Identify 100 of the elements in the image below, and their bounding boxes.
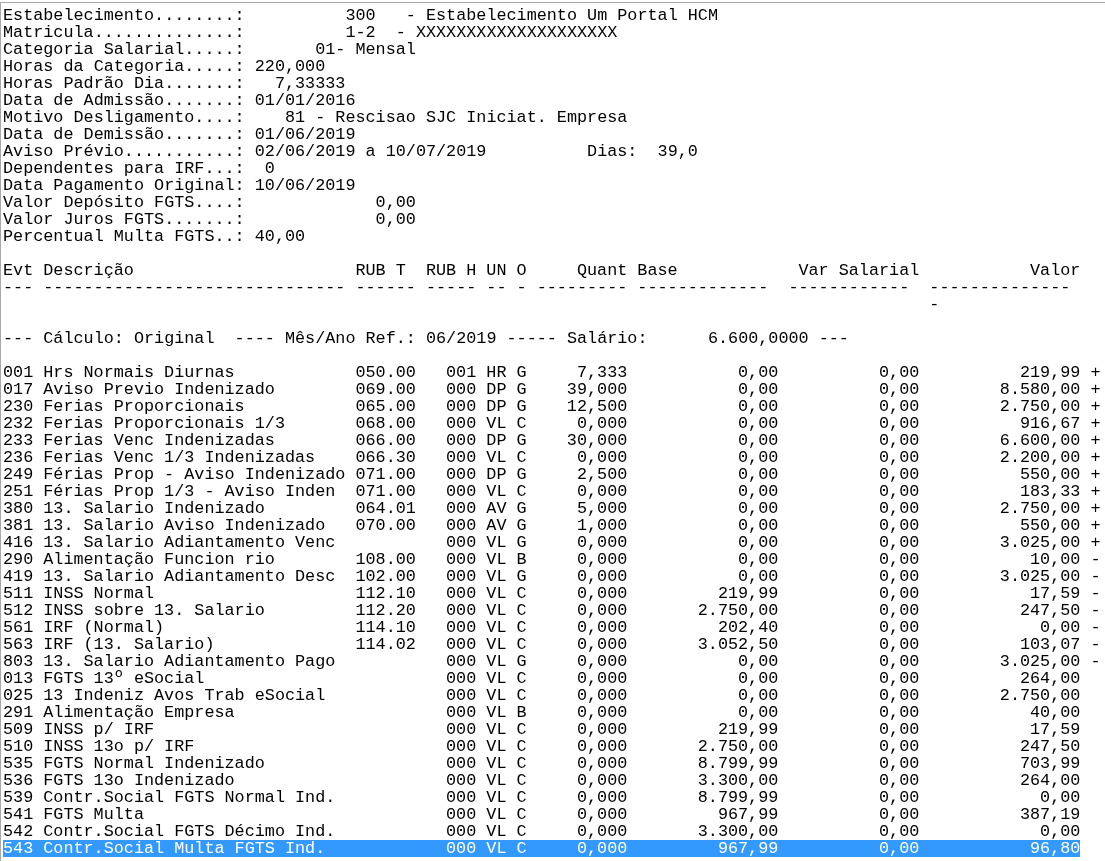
table-row[interactable]: 563 IRF (13. Salario) 114.02 000 VL C 0,000 3.052,50 0,00 103,07	[3, 636, 1081, 653]
quantity: 0,000	[575, 568, 628, 585]
rub-h: 000	[445, 534, 477, 551]
origin: G	[516, 500, 527, 517]
table-row[interactable]: 291 Alimentação Empresa 000 VL B 0,000 0,00 0,00 40,00	[3, 704, 1081, 721]
table-row[interactable]: 233 Ferias Venc Indenizadas 066.00 000 DP G 30,000 0,00 0,00 6.600,00	[3, 432, 1081, 449]
quantity: 0,000	[575, 721, 628, 738]
quantity: 12,500	[565, 398, 628, 415]
table-row[interactable]: 541 FGTS Multa 000 VL C 0,000 967,99 0,00 387,19	[3, 806, 1081, 823]
unit: HR	[486, 364, 507, 381]
rub-h: 000	[445, 415, 477, 432]
field-value: 01/06/2019	[254, 126, 356, 143]
base-value: 967,99	[716, 806, 779, 823]
table-row[interactable]: 416 13. Salario Adiantamento Venc 000 VL G 0,000 0,00 0,00 3.025,00	[3, 534, 1081, 551]
description: Hrs Normais Diurnas	[43, 364, 236, 381]
base-value: 0,00	[737, 415, 779, 432]
column-header: Base	[637, 262, 679, 279]
event-code: 017	[3, 381, 34, 398]
unit: VL	[486, 551, 507, 568]
table-row[interactable]: 230 Ferias Proporcionais 065.00 000 DP G 12,500 0,00 0,00 2.750,00	[3, 398, 1081, 415]
rub-t: 071.00	[355, 466, 416, 483]
table-row[interactable]: 251 Férias Prop 1/3 - Aviso Inden 071.00 000 VL C 0,000 0,00 0,00 183,33	[3, 483, 1081, 500]
unit: AV	[486, 517, 507, 534]
table-row[interactable]: 290 Alimentação Funcion rio 108.00 000 VL B 0,000 0,00 0,00 10,00	[3, 551, 1081, 568]
origin: C	[516, 687, 527, 704]
amount: 3.025,00	[998, 653, 1081, 670]
table-row[interactable]: 419 13. Salario Adiantamento Desc 102.00 000 VL G 0,000 0,00 0,00 3.025,00	[3, 568, 1081, 585]
amount: 17,59	[1029, 721, 1081, 738]
column-header: RUB H	[425, 262, 477, 279]
table-row[interactable]: 803 13. Salario Adiantamento Pago 000 VL G 0,000 0,00 0,00 3.025,00	[3, 653, 1081, 670]
sign-marker: +	[1090, 534, 1101, 551]
field-label: Data de Admissão.......:	[3, 92, 245, 109]
event-code: 512	[3, 602, 34, 619]
column-header: Descrição	[43, 262, 135, 279]
event-code: 509	[3, 721, 34, 738]
dash-rule: ------------------------------	[43, 279, 346, 296]
quantity: 0,000	[575, 585, 628, 602]
table-row[interactable]: 511 INSS Normal 112.10 000 VL C 0,000 219,99 0,00 17,59	[3, 585, 1081, 602]
table-row[interactable]: 542 Contr.Social FGTS Décimo Ind. 000 VL C 0,000 3.300,00 0,00 0,00	[3, 823, 1081, 840]
table-row[interactable]: 025 13 Indeniz Avos Trab eSocial 000 VL C 0,000 0,00 0,00 2.750,00	[3, 687, 1081, 704]
field-label: Horas Padrão Dia.......:	[3, 75, 245, 92]
quantity: 2,500	[575, 466, 628, 483]
quantity: 0,000	[575, 670, 628, 687]
table-row[interactable]: 380 13. Salario Indenizado 064.01 000 AV G 5,000 0,00 0,00 2.750,00	[3, 500, 1081, 517]
unit: VL	[486, 772, 507, 789]
table-row[interactable]: 509 INSS p/ IRF 000 VL C 0,000 219,99 0,00 17,59	[3, 721, 1081, 738]
field-label: Valor Juros FGTS.......:	[3, 211, 245, 228]
field-label: Categoria Salarial.....:	[3, 41, 245, 58]
table-row[interactable]: 232 Ferias Proporcionais 1/3 068.00 000 VL C 0,000 0,00 0,00 916,67	[3, 415, 1081, 432]
dash-rule: ---	[3, 279, 34, 296]
salary-variation: 0,00	[878, 806, 920, 823]
amount: 247,50	[1018, 738, 1081, 755]
base-value: 8.799,99	[696, 755, 779, 772]
unit: DP	[486, 398, 507, 415]
field-value: 10/06/2019	[254, 177, 356, 194]
unit: DP	[486, 381, 507, 398]
description: Contr.Social Multa FGTS Ind.	[43, 840, 327, 857]
table-row[interactable]: 017 Aviso Previo Indenizado 069.00 000 DP G 39,000 0,00 0,00 8.580,00	[3, 381, 1081, 398]
table-row[interactable]: 236 Ferias Venc 1/3 Indenizadas 066.30 000 VL C 0,000 0,00 0,00 2.200,00	[3, 449, 1081, 466]
field-label: Dias:	[587, 143, 638, 160]
origin: C	[516, 415, 527, 432]
base-value: 202,40	[716, 619, 779, 636]
table-row[interactable]: 013 FGTS 13º eSocial 000 VL C 0,000 0,00 0,00 264,00	[3, 670, 1081, 687]
description: Contr.Social FGTS Décimo Ind.	[43, 823, 337, 840]
field-value: 0,00	[375, 194, 416, 211]
rub-h: 000	[445, 398, 477, 415]
sign-marker: +	[1090, 415, 1101, 432]
table-row[interactable]: 536 FGTS 13o Indenizado 000 VL C 0,000 3.300,00 0,00 264,00	[3, 772, 1081, 789]
unit: DP	[486, 466, 507, 483]
dash-rule: --	[486, 279, 507, 296]
unit: VL	[486, 534, 507, 551]
table-row[interactable]: 001 Hrs Normais Diurnas 050.00 001 HR G 7,333 0,00 0,00 219,99	[3, 364, 1081, 381]
base-value: 2.750,00	[696, 602, 779, 619]
origin: C	[516, 806, 527, 823]
amount: 96,80	[1029, 840, 1081, 857]
table-row[interactable]: 535 FGTS Normal Indenizado 000 VL C 0,000 8.799,99 0,00 703,99	[3, 755, 1081, 772]
base-value: 0,00	[737, 670, 779, 687]
table-row[interactable]: 510 INSS 13o p/ IRF 000 VL C 0,000 2.750,00 0,00 247,50	[3, 738, 1081, 755]
rub-h: 000	[445, 789, 477, 806]
salary-variation: 0,00	[878, 704, 920, 721]
description: Alimentação Funcion rio	[43, 551, 276, 568]
unit: VL	[486, 602, 507, 619]
table-row[interactable]: 561 IRF (Normal) 114.10 000 VL C 0,000 202,40 0,00 0,00	[3, 619, 1081, 636]
description: Ferias Venc 1/3 Indenizadas	[43, 449, 317, 466]
sign-marker: +	[1090, 381, 1101, 398]
rub-h: 000	[445, 636, 477, 653]
rub-t: 066.30	[355, 449, 416, 466]
field-label: Percentual Multa FGTS..:	[3, 228, 245, 245]
base-value: 967,99	[716, 840, 779, 857]
table-row[interactable]: 539 Contr.Social FGTS Normal Ind. 000 VL C 0,000 8.799,99 0,00 0,00	[3, 789, 1081, 806]
amount: 916,67	[1018, 415, 1081, 432]
salary-variation: 0,00	[878, 500, 920, 517]
base-value: 219,99	[716, 585, 779, 602]
dash-rule: -	[516, 279, 527, 296]
unit: VL	[486, 483, 507, 500]
table-row[interactable]: 249 Férias Prop - Aviso Indenizado 071.00 000 DP G 2,500 0,00 0,00 550,00	[3, 466, 1081, 483]
table-row[interactable]: 381 13. Salario Aviso Indenizado 070.00 000 AV G 1,000 0,00 0,00 550,00	[3, 517, 1081, 534]
unit: VL	[486, 738, 507, 755]
salary-variation: 0,00	[878, 823, 920, 840]
table-row[interactable]: 512 INSS sobre 13. Salario 112.20 000 VL C 0,000 2.750,00 0,00 247,50	[3, 602, 1081, 619]
